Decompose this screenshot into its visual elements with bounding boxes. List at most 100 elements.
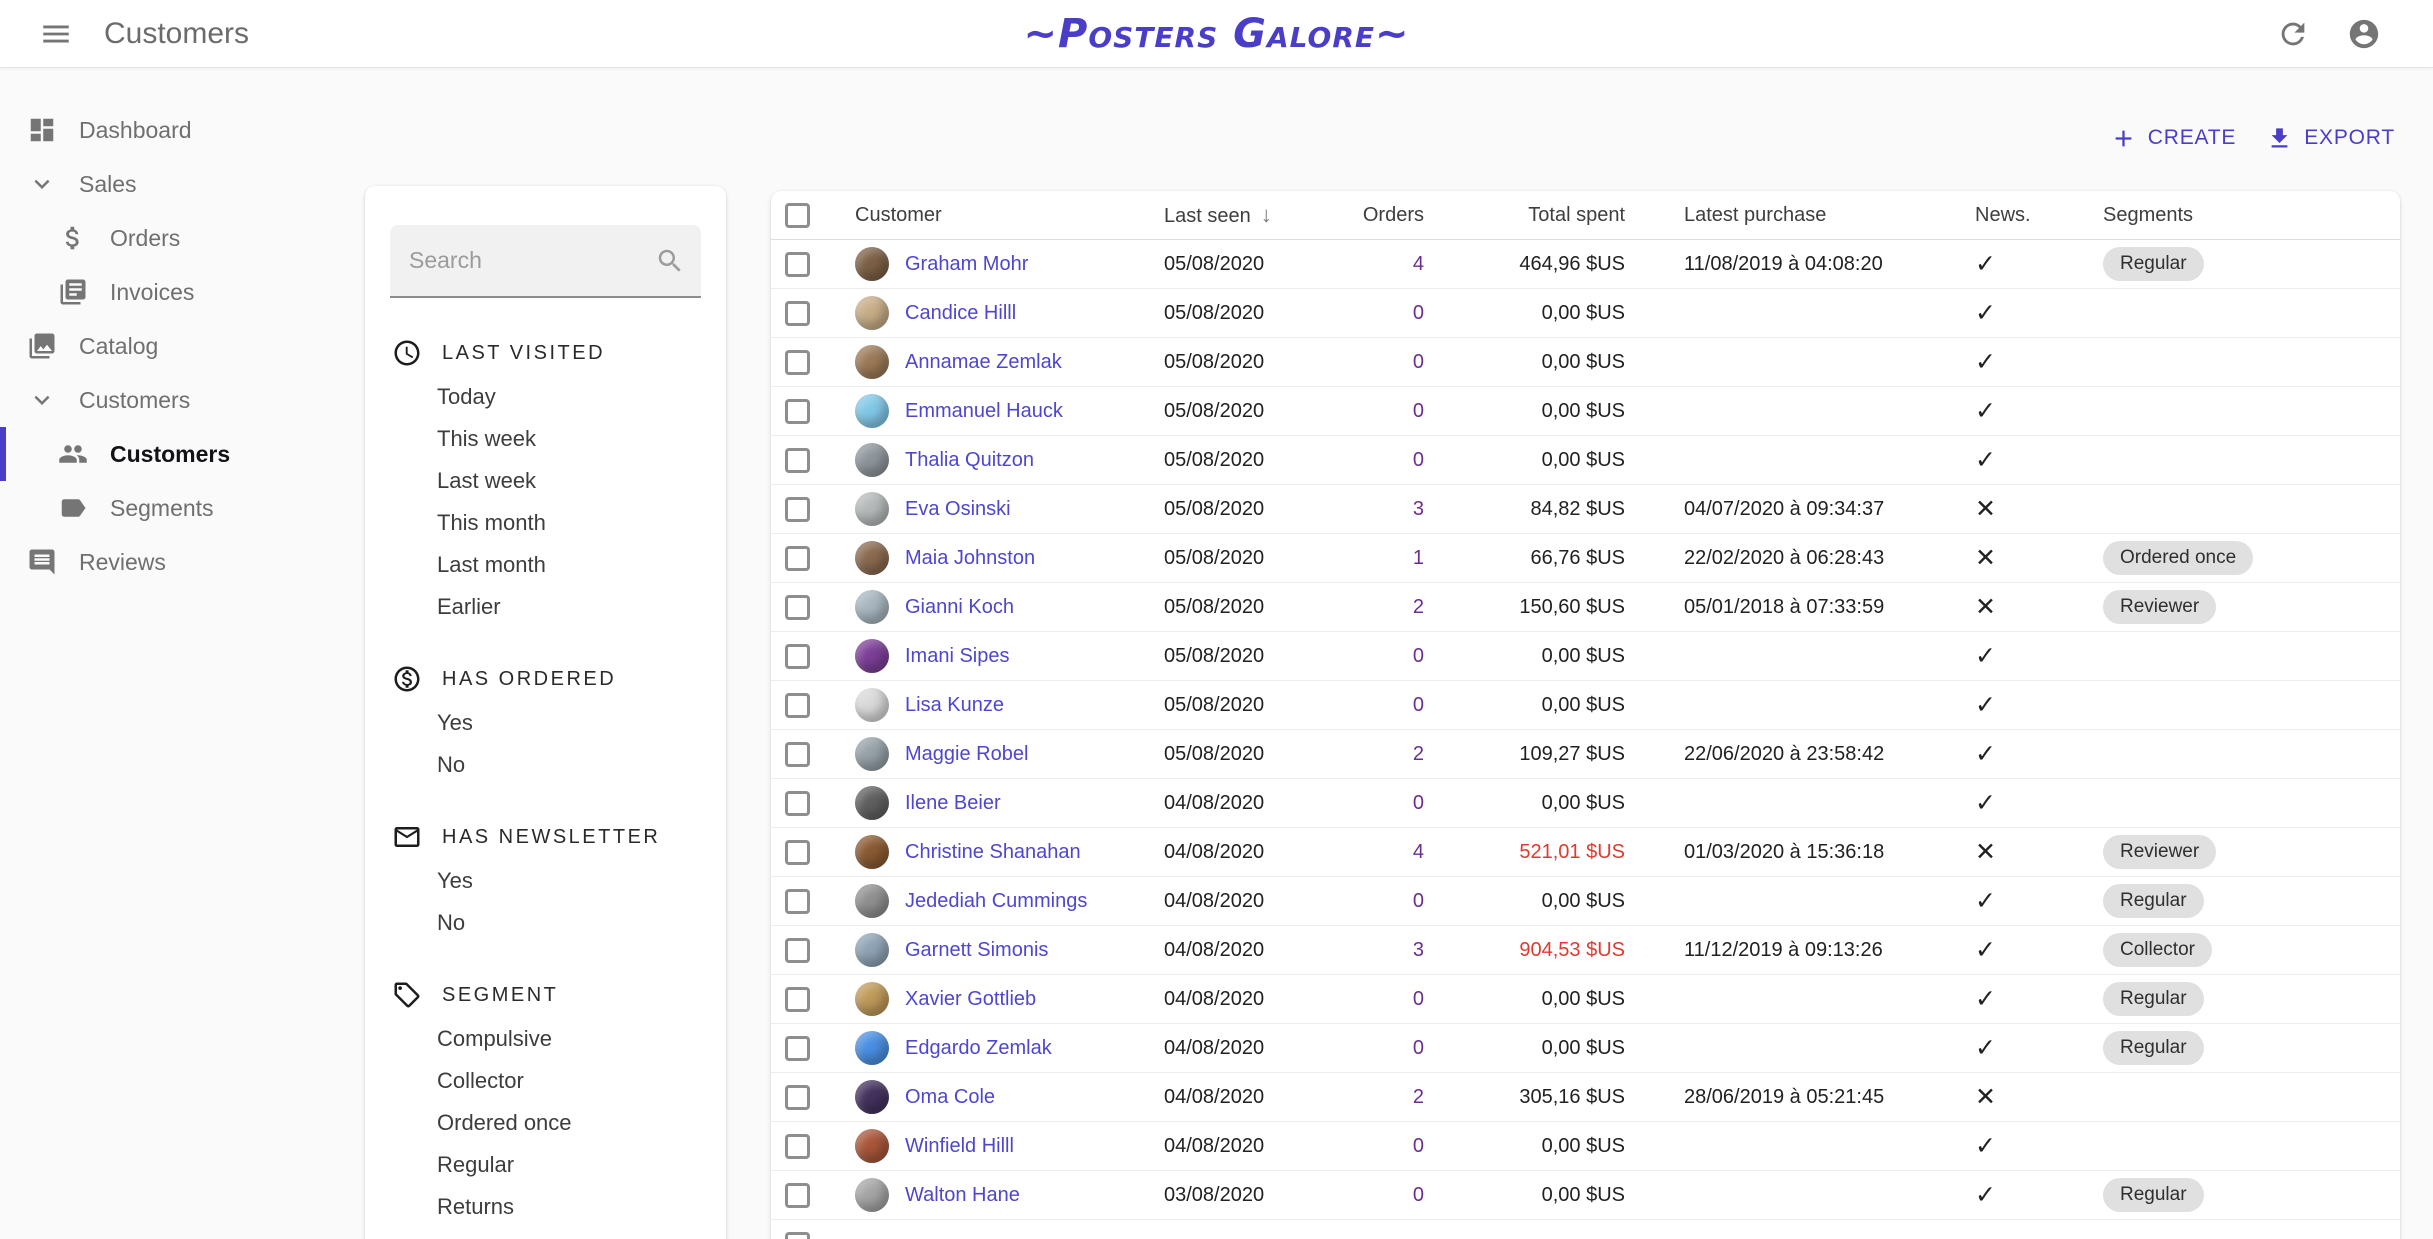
filter-item-regular[interactable]: Regular: [390, 1144, 701, 1186]
segments-cell: Regular: [2103, 1178, 2400, 1212]
table-row[interactable]: Gianni Koch05/08/20202150,60 $US05/01/20…: [771, 583, 2400, 632]
row-checkbox[interactable]: [785, 938, 810, 963]
customer-name-link[interactable]: Gianni Koch: [905, 596, 1014, 618]
sidebar-item-segments[interactable]: Segments: [0, 481, 360, 535]
table-row[interactable]: Winfield Hilll04/08/202000,00 $US✓: [771, 1122, 2400, 1171]
customer-name-link[interactable]: Garnett Simonis: [905, 939, 1048, 961]
sidebar-item-catalog[interactable]: Catalog: [0, 319, 360, 373]
customer-name-link[interactable]: Xavier Gottlieb: [905, 988, 1036, 1010]
row-checkbox[interactable]: [785, 693, 810, 718]
filter-item-no[interactable]: No: [390, 902, 701, 944]
create-button[interactable]: CREATE: [2110, 125, 2236, 152]
row-checkbox[interactable]: [785, 301, 810, 326]
customer-name-link[interactable]: Lisa Kunze: [905, 694, 1004, 716]
hamburger-menu-icon[interactable]: [39, 17, 73, 51]
row-checkbox[interactable]: [785, 889, 810, 914]
sidebar-item-invoices[interactable]: Invoices: [0, 265, 360, 319]
filter-item-yes[interactable]: Yes: [390, 860, 701, 902]
row-checkbox[interactable]: [785, 448, 810, 473]
table-row[interactable]: Oma Cole04/08/20202305,16 $US28/06/2019 …: [771, 1073, 2400, 1122]
table-row[interactable]: Jedediah Cummings04/08/202000,00 $US✓Reg…: [771, 877, 2400, 926]
customer-name-link[interactable]: Imani Sipes: [905, 645, 1010, 667]
select-all-checkbox[interactable]: [785, 203, 810, 228]
row-checkbox[interactable]: [785, 399, 810, 424]
table-row[interactable]: Graham Mohr05/08/20204464,96 $US11/08/20…: [771, 240, 2400, 289]
customer-name-link[interactable]: Jedediah Cummings: [905, 890, 1087, 912]
table-row[interactable]: Imani Sipes05/08/202000,00 $US✓: [771, 632, 2400, 681]
table-row[interactable]: Annamae Zemlak05/08/202000,00 $US✓: [771, 338, 2400, 387]
customer-name-link[interactable]: Annamae Zemlak: [905, 351, 1062, 373]
customer-name-link[interactable]: Winfield Hilll: [905, 1135, 1014, 1157]
table-row[interactable]: Eva Osinski05/08/2020384,82 $US04/07/202…: [771, 485, 2400, 534]
row-checkbox[interactable]: [785, 1134, 810, 1159]
customer-name-link[interactable]: Maggie Robel: [905, 743, 1028, 765]
sidebar-item-sales[interactable]: Sales: [0, 157, 360, 211]
sidebar-item-dashboard[interactable]: Dashboard: [0, 103, 360, 157]
filter-item-ordered-once[interactable]: Ordered once: [390, 1102, 701, 1144]
customer-name-link[interactable]: Thalia Quitzon: [905, 449, 1034, 471]
filter-panel: LAST VISITEDTodayThis weekLast weekThis …: [365, 186, 726, 1239]
table-row[interactable]: Xavier Gottlieb04/08/202000,00 $US✓Regul…: [771, 975, 2400, 1024]
customer-name-link[interactable]: Edgardo Zemlak: [905, 1037, 1052, 1059]
customer-name-link[interactable]: Walton Hane: [905, 1184, 1020, 1206]
table-row[interactable]: Garnett Simonis04/08/20203904,53 $US11/1…: [771, 926, 2400, 975]
row-checkbox[interactable]: [785, 546, 810, 571]
filter-item-last-week[interactable]: Last week: [390, 460, 701, 502]
customer-name-link[interactable]: Ilene Beier: [905, 792, 1001, 814]
filter-item-reviewer[interactable]: Reviewer: [390, 1228, 701, 1239]
row-checkbox[interactable]: [785, 350, 810, 375]
table-row[interactable]: Maggie Robel05/08/20202109,27 $US22/06/2…: [771, 730, 2400, 779]
export-button[interactable]: EXPORT: [2266, 125, 2395, 152]
table-row[interactable]: Lisa Kunze05/08/202000,00 $US✓: [771, 681, 2400, 730]
column-header-total-spent[interactable]: Total spent: [1528, 204, 1625, 226]
customer-name-link[interactable]: Maia Johnston: [905, 547, 1035, 569]
row-checkbox[interactable]: [785, 1085, 810, 1110]
customer-name-link[interactable]: Christine Shanahan: [905, 841, 1081, 863]
row-checkbox[interactable]: [785, 987, 810, 1012]
sidebar-item-reviews[interactable]: Reviews: [0, 535, 360, 589]
row-checkbox[interactable]: [785, 497, 810, 522]
row-checkbox[interactable]: [785, 1183, 810, 1208]
column-header-latest-purchase[interactable]: Latest purchase: [1684, 204, 1826, 226]
column-header-customer[interactable]: Customer: [855, 204, 942, 226]
filter-item-collector[interactable]: Collector: [390, 1060, 701, 1102]
sidebar-item-customers[interactable]: Customers: [0, 427, 360, 481]
filter-item-returns[interactable]: Returns: [390, 1186, 701, 1228]
table-row-partial[interactable]: [771, 1220, 2400, 1239]
customer-name-link[interactable]: Emmanuel Hauck: [905, 400, 1063, 422]
filter-item-no[interactable]: No: [390, 744, 701, 786]
table-row[interactable]: Ilene Beier04/08/202000,00 $US✓: [771, 779, 2400, 828]
sidebar-item-customers[interactable]: Customers: [0, 373, 360, 427]
table-row[interactable]: Christine Shanahan04/08/20204521,01 $US0…: [771, 828, 2400, 877]
customer-name-link[interactable]: Oma Cole: [905, 1086, 995, 1108]
account-circle-icon[interactable]: [2347, 17, 2381, 51]
row-checkbox[interactable]: [785, 644, 810, 669]
table-row[interactable]: Edgardo Zemlak04/08/202000,00 $US✓Regula…: [771, 1024, 2400, 1073]
row-checkbox[interactable]: [785, 791, 810, 816]
row-checkbox[interactable]: [785, 742, 810, 767]
table-row[interactable]: Walton Hane03/08/202000,00 $US✓Regular: [771, 1171, 2400, 1220]
customer-name-link[interactable]: Graham Mohr: [905, 253, 1028, 275]
customer-name-link[interactable]: Eva Osinski: [905, 498, 1011, 520]
table-row[interactable]: Emmanuel Hauck05/08/202000,00 $US✓: [771, 387, 2400, 436]
row-checkbox[interactable]: [785, 252, 810, 277]
filter-item-compulsive[interactable]: Compulsive: [390, 1018, 701, 1060]
row-checkbox[interactable]: [785, 595, 810, 620]
filter-item-last-month[interactable]: Last month: [390, 544, 701, 586]
filter-item-this-month[interactable]: This month: [390, 502, 701, 544]
filter-item-yes[interactable]: Yes: [390, 702, 701, 744]
column-header-last-seen[interactable]: Last seen: [1164, 205, 1251, 227]
sidebar-item-orders[interactable]: Orders: [0, 211, 360, 265]
row-checkbox[interactable]: [785, 1036, 810, 1061]
row-checkbox[interactable]: [785, 840, 810, 865]
filter-item-today[interactable]: Today: [390, 376, 701, 418]
customer-name-link[interactable]: Candice Hilll: [905, 302, 1016, 324]
refresh-icon[interactable]: [2276, 17, 2310, 51]
table-row[interactable]: Thalia Quitzon05/08/202000,00 $US✓: [771, 436, 2400, 485]
column-header-orders[interactable]: Orders: [1363, 204, 1424, 226]
filter-item-earlier[interactable]: Earlier: [390, 586, 701, 628]
filter-item-this-week[interactable]: This week: [390, 418, 701, 460]
table-row[interactable]: Candice Hilll05/08/202000,00 $US✓: [771, 289, 2400, 338]
table-row[interactable]: Maia Johnston05/08/2020166,76 $US22/02/2…: [771, 534, 2400, 583]
row-checkbox[interactable]: [785, 1232, 810, 1239]
